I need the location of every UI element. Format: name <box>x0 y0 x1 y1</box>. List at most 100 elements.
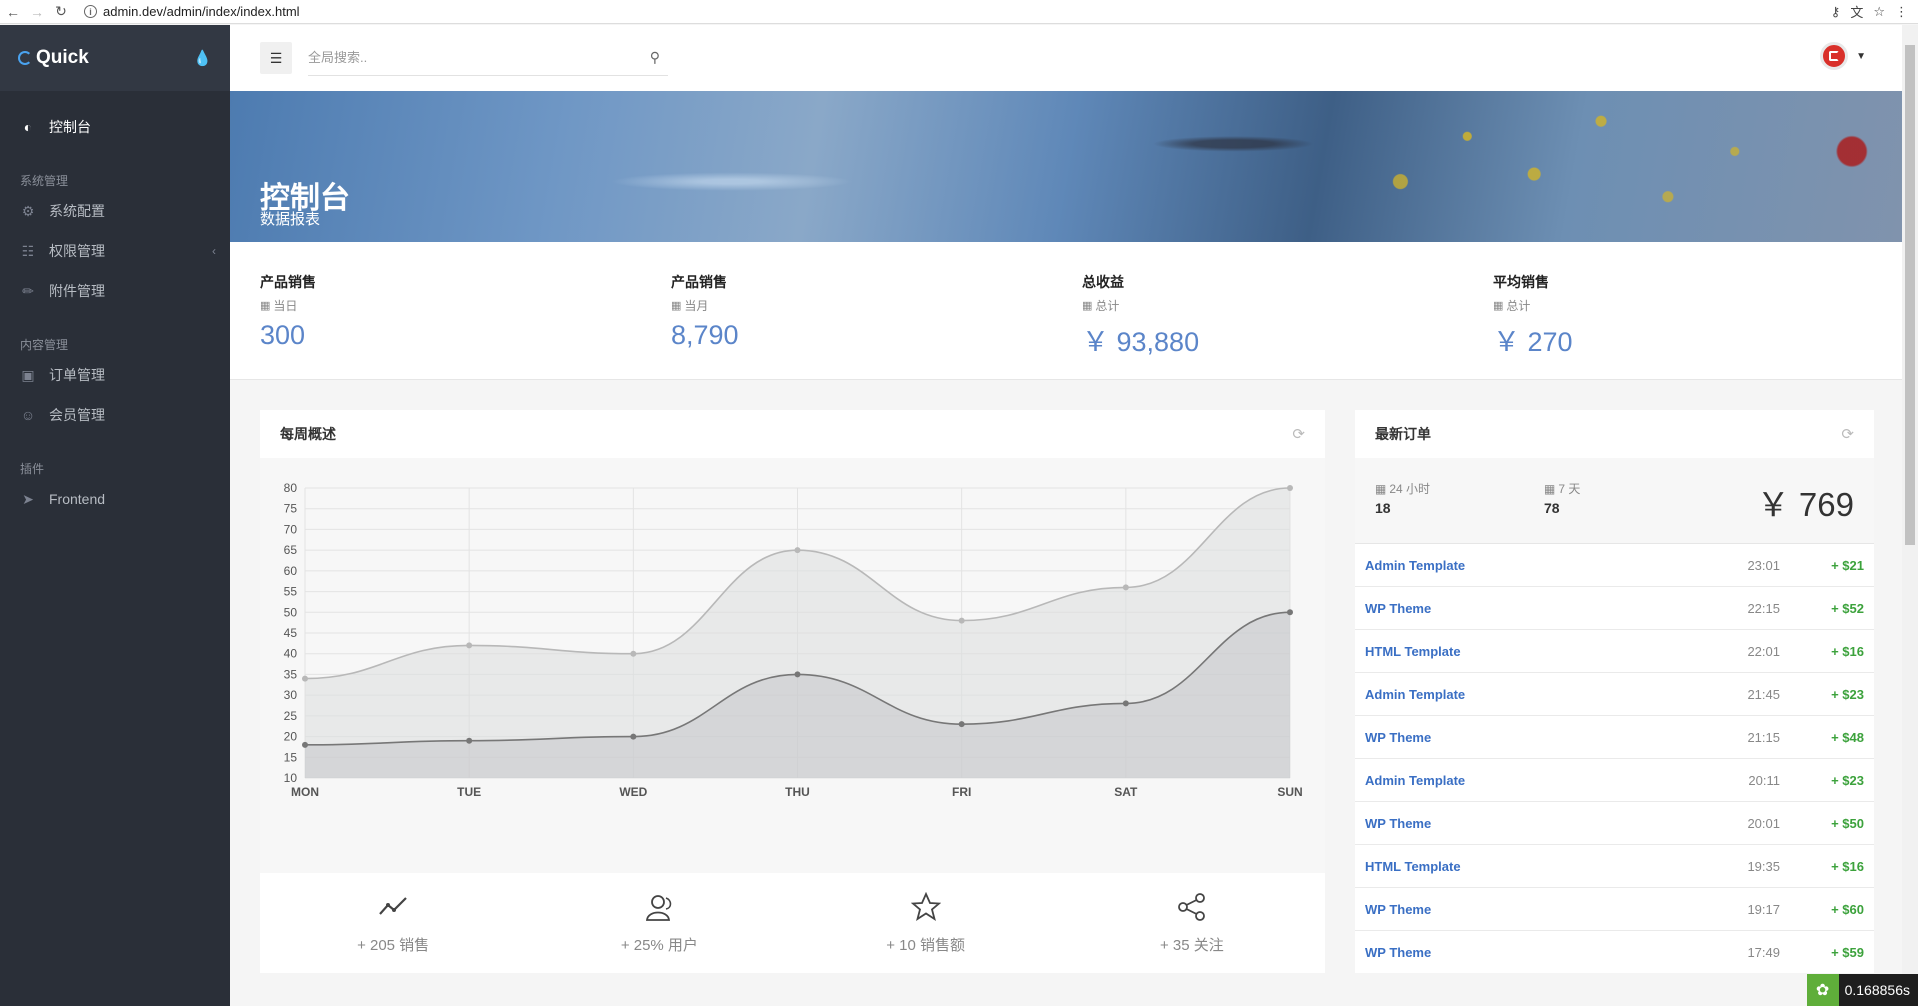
leaf-icon: ✿ <box>1806 974 1839 1006</box>
order-time: 20:11 <box>1748 772 1780 788</box>
sidebar-item-frontend[interactable]: ➤ Frontend <box>0 479 230 519</box>
summary-value: 78 <box>1544 500 1560 516</box>
y-tick-label: 80 <box>284 481 298 495</box>
order-row[interactable]: Admin Template 23:01 + $21 <box>1355 544 1874 587</box>
reload-icon[interactable]: ↻ <box>50 1 72 23</box>
order-row[interactable]: Admin Template 21:45 + $23 <box>1355 673 1874 716</box>
stat-sub: 总计 <box>1095 299 1120 313</box>
order-row[interactable]: WP Theme 20:01 + $50 <box>1355 802 1874 845</box>
data-point <box>630 650 637 657</box>
list-icon: ☰ <box>269 49 283 66</box>
order-row[interactable]: WP Theme 21:15 + $48 <box>1355 716 1874 759</box>
refresh-icon[interactable]: ⟳ <box>1292 425 1305 443</box>
order-amount: + $48 <box>1831 729 1864 745</box>
scrollbar-thumb[interactable] <box>1905 45 1915 545</box>
y-tick-label: 30 <box>284 688 298 702</box>
panel-header: 每周概述 ⟳ <box>260 410 1325 458</box>
x-tick-label: SAT <box>1114 785 1138 799</box>
page-scrollbar[interactable] <box>1902 25 1918 1006</box>
order-name[interactable]: WP Theme <box>1365 730 1431 745</box>
global-search: ⚲ <box>308 40 668 76</box>
stat-value: ￥ 93,880 <box>1082 327 1200 357</box>
user-menu[interactable]: ▼ <box>1820 42 1866 70</box>
sidebar-item-members[interactable]: ☺ 会员管理 <box>0 395 230 435</box>
sidebar-item-label: 订单管理 <box>49 367 105 383</box>
stat-label: 平均销售 <box>1493 274 1549 290</box>
order-amount: + $59 <box>1831 944 1864 960</box>
y-tick-label: 45 <box>284 626 298 640</box>
y-tick-label: 15 <box>284 750 298 764</box>
order-row[interactable]: Admin Template 20:11 + $23 <box>1355 759 1874 802</box>
sidebar-group-system: 系统管理 <box>20 174 69 188</box>
order-name[interactable]: HTML Template <box>1365 644 1461 659</box>
metric-users: + 25% 用户 <box>526 873 792 973</box>
order-time: 22:01 <box>1747 643 1780 659</box>
order-row[interactable]: HTML Template 22:01 + $16 <box>1355 630 1874 673</box>
key-icon[interactable]: ⚷ <box>1831 4 1841 20</box>
order-amount: + $50 <box>1831 815 1864 831</box>
stat-value: 300 <box>260 320 306 350</box>
panel-title: 最新订单 <box>1375 426 1431 442</box>
order-name[interactable]: HTML Template <box>1365 859 1461 874</box>
orders-summary: ▦ 24 小时 18 ▦ 7 天 78 ￥ 769 <box>1355 458 1874 544</box>
avatar[interactable] <box>1820 42 1849 70</box>
order-name[interactable]: WP Theme <box>1365 601 1431 616</box>
gear-icon: ⚙ <box>21 202 35 219</box>
order-name[interactable]: WP Theme <box>1365 816 1431 831</box>
top-header: ☰ ⚲ ▼ <box>230 25 1902 91</box>
summary-value: 18 <box>1375 500 1391 516</box>
order-time: 23:01 <box>1747 557 1780 573</box>
sidebar-item-config[interactable]: ⚙ 系统配置 <box>0 191 230 231</box>
order-row[interactable]: WP Theme 22:15 + $52 <box>1355 587 1874 630</box>
order-name[interactable]: WP Theme <box>1365 945 1431 960</box>
forward-icon[interactable]: → <box>26 1 48 23</box>
data-point <box>1122 700 1129 707</box>
back-icon[interactable]: ← <box>2 1 24 23</box>
info-icon[interactable]: i <box>84 5 97 18</box>
data-point <box>958 721 965 728</box>
x-tick-label: TUE <box>457 785 481 799</box>
brand-logo[interactable]: Quick <box>18 47 89 69</box>
summary-24h: ▦ 24 小时 18 <box>1375 480 1430 517</box>
stat-sub: 当月 <box>684 299 709 313</box>
order-name[interactable]: WP Theme <box>1365 902 1431 917</box>
order-name[interactable]: Admin Template <box>1365 558 1465 573</box>
order-amount: + $16 <box>1831 858 1864 874</box>
theme-drop-icon[interactable]: 💧 <box>193 49 212 67</box>
star-icon <box>910 891 941 924</box>
stat-sub: 当日 <box>273 299 298 313</box>
stats-row: 产品销售 ▦ 当日 300 产品销售 ▦ 当月 8,790 总收益 ▦ 总计 ￥ 93… <box>230 242 1902 380</box>
search-icon[interactable]: ⚲ <box>650 49 660 66</box>
x-tick-label: SUN <box>1277 785 1302 799</box>
order-amount: + $16 <box>1831 643 1864 659</box>
refresh-icon[interactable]: ⟳ <box>1841 425 1854 443</box>
order-row[interactable]: WP Theme 19:17 + $60 <box>1355 888 1874 931</box>
sidebar-item-permissions[interactable]: ☷ 权限管理 ‹ <box>0 231 230 271</box>
user-icon: ☺ <box>20 407 36 423</box>
order-name[interactable]: Admin Template <box>1365 687 1465 702</box>
order-time: 17:49 <box>1747 944 1780 960</box>
kebab-menu-icon[interactable]: ⋮ <box>1895 4 1908 20</box>
star-bookmark-icon[interactable]: ☆ <box>1873 4 1885 20</box>
panel-title: 每周概述 <box>280 426 336 442</box>
stat-label: 产品销售 <box>260 274 316 290</box>
sidebar-item-orders[interactable]: ▣ 订单管理 <box>0 355 230 395</box>
sidebar-item-attachments[interactable]: ✏ 附件管理 <box>0 271 230 311</box>
search-input[interactable] <box>308 50 608 65</box>
order-name[interactable]: Admin Template <box>1365 773 1465 788</box>
order-row[interactable]: WP Theme 17:49 + $59 <box>1355 931 1874 973</box>
sidebar-item-dashboard[interactable]: ◐ 控制台 <box>0 107 230 147</box>
address-bar[interactable]: i admin.dev/admin/index/index.html <box>84 2 1831 22</box>
menu-toggle-button[interactable]: ☰ <box>260 42 292 74</box>
order-amount: + $52 <box>1831 600 1864 616</box>
data-point <box>1287 609 1293 616</box>
debug-timer-badge[interactable]: ✿ 0.168856s <box>1806 974 1918 1006</box>
y-tick-label: 40 <box>284 647 298 661</box>
sidebar-group-content: 内容管理 <box>20 338 69 352</box>
order-row[interactable]: HTML Template 19:35 + $16 <box>1355 845 1874 888</box>
sidebar-item-label: 系统配置 <box>49 203 105 219</box>
users-icon <box>644 892 674 924</box>
caret-down-icon[interactable]: ▼ <box>1856 51 1866 62</box>
y-tick-label: 10 <box>284 771 298 785</box>
translate-icon[interactable]: 文 <box>1850 2 1863 21</box>
